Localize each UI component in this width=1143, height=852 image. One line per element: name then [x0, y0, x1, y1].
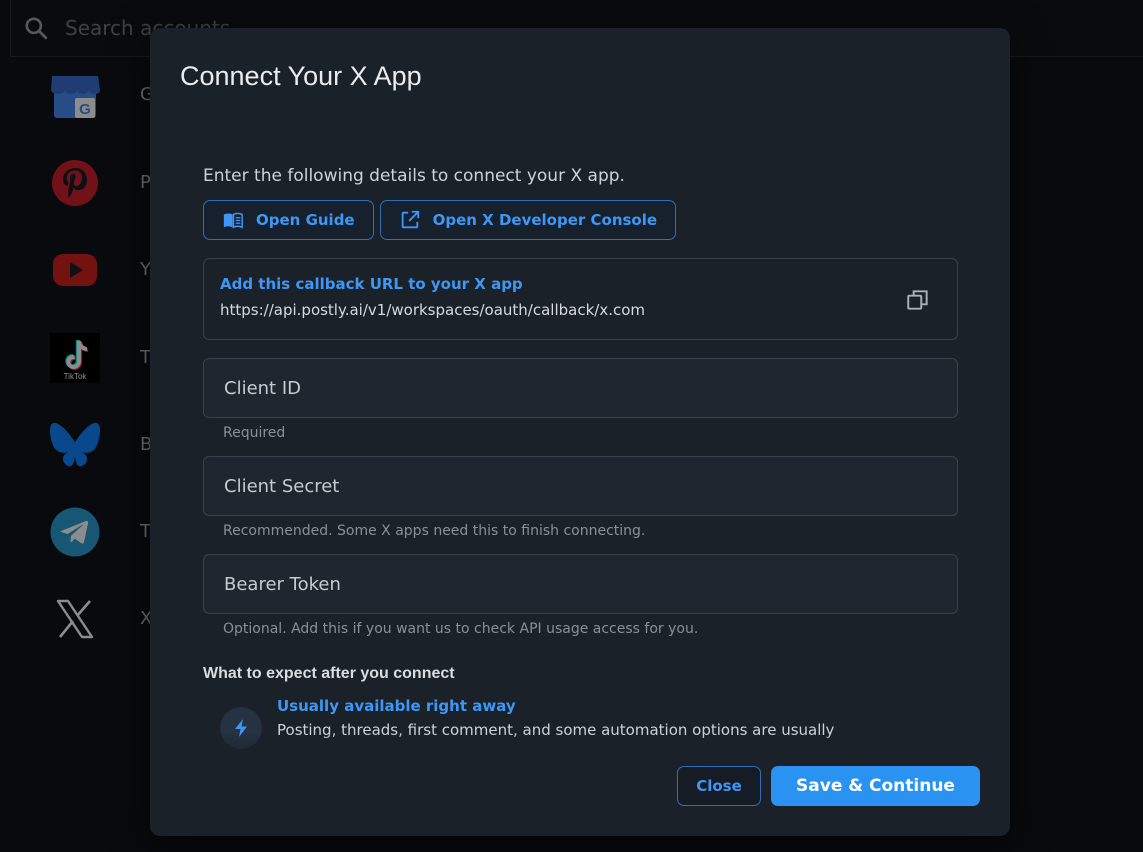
client-id-field[interactable]	[203, 358, 958, 418]
external-link-icon	[401, 210, 419, 229]
bearer-token-field[interactable]	[203, 554, 958, 614]
open-guide-label: Open Guide	[256, 211, 355, 229]
bearer-token-input[interactable]	[224, 573, 937, 595]
link-buttons: Open Guide Open X Developer Console	[203, 200, 958, 240]
callback-url: https://api.postly.ai/v1/workspaces/oaut…	[220, 301, 646, 319]
client-secret-helper: Recommended. Some X apps need this to fi…	[223, 523, 646, 539]
close-button[interactable]: Close	[677, 766, 761, 806]
client-id-input[interactable]	[224, 377, 937, 399]
copy-icon[interactable]	[905, 287, 931, 313]
client-id-helper: Required	[223, 425, 286, 441]
bearer-token-helper: Optional. Add this if you want us to che…	[223, 621, 699, 637]
connect-app-modal: Connect Your X App Enter the following d…	[150, 28, 1010, 836]
modal-body[interactable]: Enter the following details to connect y…	[203, 158, 958, 758]
client-secret-input[interactable]	[224, 475, 937, 497]
open-developer-console-button[interactable]: Open X Developer Console	[379, 200, 677, 240]
scroll-fade	[150, 733, 1010, 763]
open-guide-button[interactable]: Open Guide	[203, 200, 374, 240]
modal-footer: Close Save & Continue	[677, 766, 980, 806]
expect-section-title: What to expect after you connect	[203, 665, 455, 682]
save-continue-button[interactable]: Save & Continue	[771, 766, 980, 806]
callback-url-box: Add this callback URL to your X app http…	[203, 258, 958, 340]
intro-text: Enter the following details to connect y…	[203, 166, 625, 186]
open-console-label: Open X Developer Console	[432, 211, 658, 229]
expect-item-title: Usually available right away	[277, 697, 516, 715]
client-secret-field[interactable]	[203, 456, 958, 516]
book-icon	[223, 212, 243, 229]
modal-title: Connect Your X App	[180, 61, 422, 91]
callback-title: Add this callback URL to your X app	[220, 275, 523, 293]
